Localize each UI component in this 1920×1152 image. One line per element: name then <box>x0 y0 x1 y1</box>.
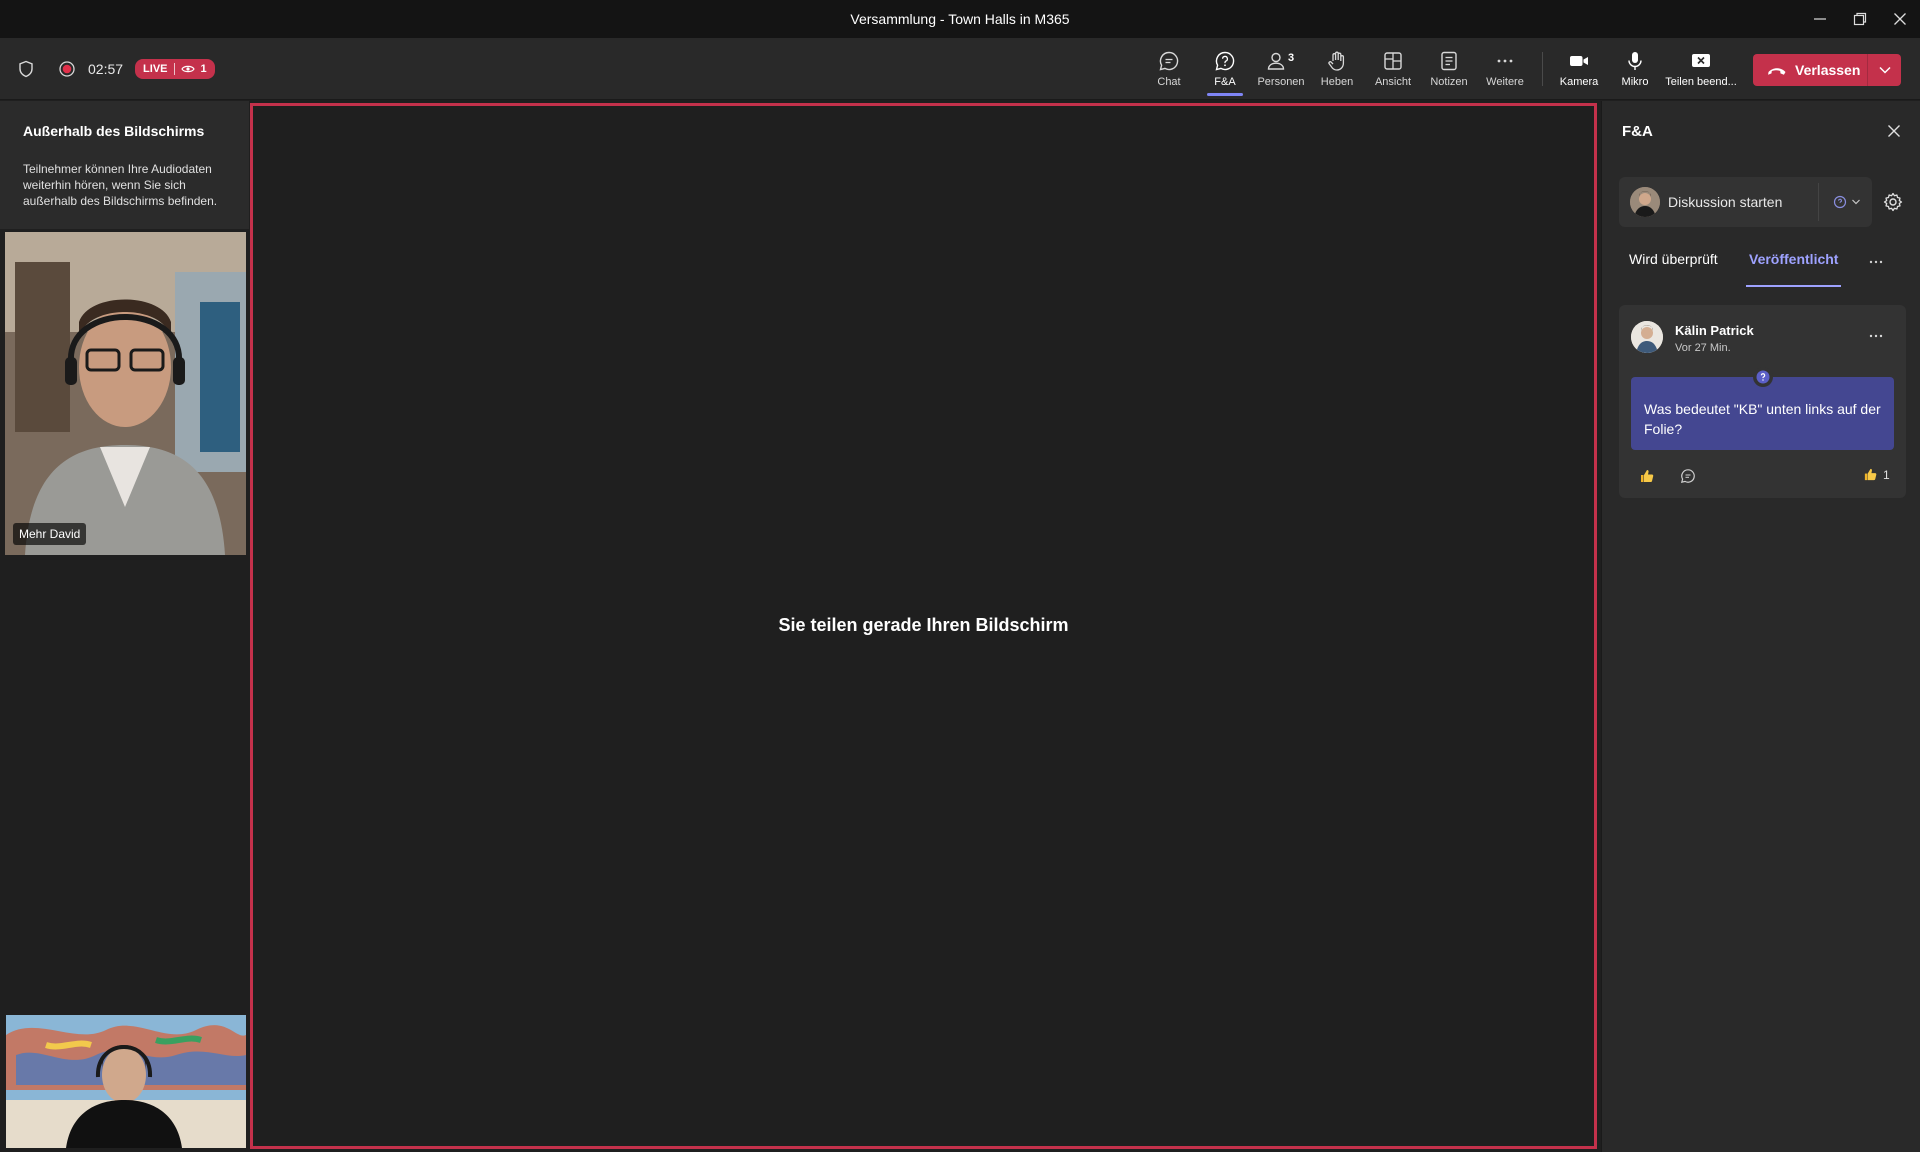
leave-button[interactable]: Verlassen <box>1753 54 1867 86</box>
question-text: Was bedeutet "KB" unten links auf der Fo… <box>1631 377 1894 450</box>
question-bubble-icon <box>1833 195 1847 209</box>
avatar <box>1630 187 1660 217</box>
leave-options-button[interactable] <box>1868 54 1901 86</box>
thumbs-up-icon <box>1864 468 1877 481</box>
hang-up-icon <box>1768 68 1786 75</box>
meeting-toolbar: 02:57 LIVE 1 Chat F&A 3 Personen Heben A… <box>0 38 1920 100</box>
question-type-icon <box>1753 367 1773 387</box>
self-video-image <box>6 1015 246 1148</box>
raise-hand-label: Heben <box>1320 76 1354 88</box>
close-icon <box>1894 13 1906 25</box>
stop-share-icon <box>1692 54 1710 67</box>
camera-icon <box>1570 56 1588 66</box>
shared-screen-stage: Sie teilen gerade Ihren Bildschirm <box>250 103 1597 1149</box>
view-button[interactable]: Ansicht <box>1365 38 1421 100</box>
close-icon <box>1888 125 1900 137</box>
chevron-down-icon <box>1878 66 1891 74</box>
stop-share-label: Teilen beend... <box>1665 76 1737 88</box>
shield-icon[interactable] <box>18 60 34 78</box>
live-badge[interactable]: LIVE 1 <box>135 59 215 79</box>
offscreen-notice: Außerhalb des Bildschirms Teilnehmer kön… <box>0 101 249 229</box>
chevron-down-icon <box>1852 199 1860 205</box>
participants-column: Außerhalb des Bildschirms Teilnehmer kön… <box>0 101 249 1152</box>
notes-icon <box>1441 51 1457 71</box>
camera-label: Kamera <box>1559 76 1599 88</box>
mic-label: Mikro <box>1621 76 1649 88</box>
qa-panel-title: F&A <box>1622 123 1653 140</box>
participant-video[interactable]: Mehr David <box>5 232 246 555</box>
chat-icon <box>1159 51 1179 71</box>
self-video[interactable] <box>6 1015 246 1148</box>
more-icon <box>1497 59 1513 63</box>
reply-icon <box>1680 469 1695 484</box>
eye-icon <box>180 65 195 73</box>
people-button[interactable]: 3 Personen <box>1253 38 1309 100</box>
leave-label: Verlassen <box>1795 62 1861 78</box>
qa-icon <box>1215 51 1235 71</box>
raise-hand-button[interactable]: Heben <box>1309 38 1365 100</box>
mic-icon <box>1628 52 1642 70</box>
stop-share-button[interactable]: Teilen beend... <box>1663 38 1739 100</box>
people-count: 3 <box>1288 52 1295 64</box>
camera-button[interactable]: Kamera <box>1551 38 1607 100</box>
qa-label: F&A <box>1214 76 1236 88</box>
chat-button[interactable]: Chat <box>1141 38 1197 100</box>
avatar <box>1631 321 1663 353</box>
qa-tabs: Wird überprüft Veröffentlicht <box>1619 251 1909 287</box>
title-bar: Versammlung - Town Halls in M365 <box>0 0 1920 38</box>
offscreen-title: Außerhalb des Bildschirms <box>23 123 205 139</box>
screen-sharing-message: Sie teilen gerade Ihren Bildschirm <box>778 615 1069 635</box>
question-card: Kälin Patrick Vor 27 Min. Was bedeutet "… <box>1619 305 1906 498</box>
minimize-icon <box>1814 18 1826 20</box>
tab-under-review[interactable]: Wird überprüft <box>1629 251 1718 287</box>
more-icon <box>1869 334 1883 338</box>
people-label: Personen <box>1257 76 1305 88</box>
qa-button[interactable]: F&A <box>1197 38 1253 100</box>
tabs-more-button[interactable] <box>1869 251 1883 269</box>
raise-hand-icon <box>1328 51 1345 71</box>
viewer-count: 1 <box>200 63 207 75</box>
meeting-timer: 02:57 <box>88 61 124 77</box>
offscreen-text: Teilnehmer können Ihre Audiodaten weiter… <box>23 162 218 208</box>
chat-label: Chat <box>1157 76 1181 88</box>
start-discussion-placeholder: Diskussion starten <box>1668 194 1783 210</box>
question-author: Kälin Patrick <box>1675 323 1754 338</box>
meeting-status: 02:57 LIVE 1 <box>18 38 215 100</box>
more-label: Weitere <box>1486 76 1524 88</box>
view-label: Ansicht <box>1374 76 1412 88</box>
reply-button[interactable] <box>1677 465 1699 487</box>
post-type-dropdown[interactable] <box>1833 195 1861 209</box>
settings-gear-icon[interactable] <box>1882 191 1904 213</box>
thumbs-up-icon <box>1641 470 1654 482</box>
notes-button[interactable]: Notizen <box>1421 38 1477 100</box>
qa-panel: F&A Diskussion starten Wird überprüft Ve… <box>1601 101 1920 1152</box>
mic-button[interactable]: Mikro <box>1607 38 1663 100</box>
restore-icon <box>1853 12 1867 26</box>
close-panel-button[interactable] <box>1884 121 1904 141</box>
recording-icon <box>59 61 75 77</box>
more-actions-button[interactable]: Weitere <box>1477 38 1533 100</box>
start-discussion-field[interactable]: Diskussion starten <box>1619 177 1872 227</box>
more-icon <box>1869 260 1883 264</box>
people-icon <box>1267 52 1285 70</box>
participant-name-tag: Mehr David <box>13 523 87 545</box>
close-window-button[interactable] <box>1880 0 1920 38</box>
question-time: Vor 27 Min. <box>1675 342 1731 354</box>
question-actions: 1 <box>1631 465 1894 487</box>
minimize-button[interactable] <box>1800 0 1840 38</box>
live-label: LIVE <box>143 63 168 75</box>
like-count[interactable]: 1 <box>1863 467 1890 482</box>
view-icon <box>1384 52 1402 70</box>
question-more-button[interactable] <box>1869 325 1883 343</box>
participant-video-image <box>5 232 246 555</box>
tab-published[interactable]: Veröffentlicht <box>1745 251 1842 287</box>
leave-button-group: Verlassen <box>1753 54 1901 86</box>
window-title: Versammlung - Town Halls in M365 <box>850 11 1070 27</box>
like-button[interactable] <box>1636 465 1658 487</box>
notes-label: Notizen <box>1430 76 1468 88</box>
restore-button[interactable] <box>1840 0 1880 38</box>
like-count-value: 1 <box>1883 467 1890 482</box>
